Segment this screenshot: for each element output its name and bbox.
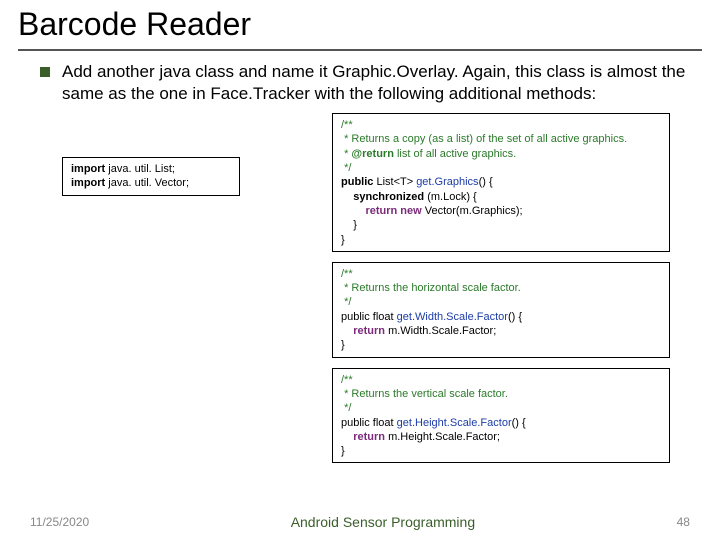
slide-body: Add another java class and name it Graph… xyxy=(0,61,720,463)
method-name: get.Width.Scale.Factor xyxy=(397,311,508,323)
code-text: public float xyxy=(341,417,397,429)
comment: /** xyxy=(341,374,353,386)
page-title: Barcode Reader xyxy=(0,0,720,45)
code-text: List<T> xyxy=(373,176,416,188)
code-heightscale: /** * Returns the vertical scale factor.… xyxy=(332,368,670,464)
code-text: } xyxy=(341,339,345,351)
code-widthscale: /** * Returns the horizontal scale facto… xyxy=(332,262,670,358)
code-text: Vector(m.Graphics); xyxy=(425,205,523,217)
code-text: (m.Lock) { xyxy=(424,191,477,203)
code-text: m.Width.Scale.Factor; xyxy=(385,325,496,337)
comment: * Returns a copy (as a list) of the set … xyxy=(341,133,627,145)
javadoc-tag: @return xyxy=(351,148,394,160)
bullet-item: Add another java class and name it Graph… xyxy=(40,61,690,105)
kw-import: import xyxy=(71,163,105,175)
code-getgraphics: /** * Returns a copy (as a list) of the … xyxy=(332,113,670,252)
code-text: } xyxy=(341,219,357,231)
code-imports: import java. util. List; import java. ut… xyxy=(62,157,240,196)
code-text: m.Height.Scale.Factor; xyxy=(385,431,500,443)
kw-import: import xyxy=(71,177,105,189)
slide: Barcode Reader Add another java class an… xyxy=(0,0,720,540)
code-text: } xyxy=(341,234,345,246)
footer: 11/25/2020 Android Sensor Programming 48 xyxy=(0,514,720,530)
kw-return: return xyxy=(341,325,385,337)
code-text: () { xyxy=(479,176,493,188)
kw-return: return xyxy=(341,431,385,443)
import-line-1: java. util. List; xyxy=(105,163,175,175)
slide-number: 48 xyxy=(677,515,690,529)
comment: */ xyxy=(341,296,351,308)
left-column: import java. util. List; import java. ut… xyxy=(62,113,312,463)
comment: * xyxy=(341,148,351,160)
content-grid: import java. util. List; import java. ut… xyxy=(62,113,690,463)
comment: */ xyxy=(341,402,351,414)
comment: list of all active graphics. xyxy=(394,148,516,160)
comment: */ xyxy=(341,162,351,174)
code-text: () { xyxy=(508,311,522,323)
footer-title: Android Sensor Programming xyxy=(291,514,475,530)
code-text: public float xyxy=(341,311,397,323)
comment: * Returns the horizontal scale factor. xyxy=(341,282,521,294)
title-rule xyxy=(18,49,702,51)
import-line-2: java. util. Vector; xyxy=(105,177,189,189)
method-name: get.Height.Scale.Factor xyxy=(397,417,512,429)
comment: * Returns the vertical scale factor. xyxy=(341,388,508,400)
kw-return: return new xyxy=(341,205,425,217)
comment: /** xyxy=(341,119,353,131)
comment: /** xyxy=(341,268,353,280)
kw-public: public xyxy=(341,176,373,188)
bullet-icon xyxy=(40,67,50,77)
footer-date: 11/25/2020 xyxy=(30,515,89,529)
kw-synchronized: synchronized xyxy=(341,191,424,203)
right-column: /** * Returns a copy (as a list) of the … xyxy=(332,113,670,463)
bullet-text: Add another java class and name it Graph… xyxy=(62,61,690,105)
method-name: get.Graphics xyxy=(416,176,478,188)
code-text: () { xyxy=(512,417,526,429)
code-text: } xyxy=(341,445,345,457)
